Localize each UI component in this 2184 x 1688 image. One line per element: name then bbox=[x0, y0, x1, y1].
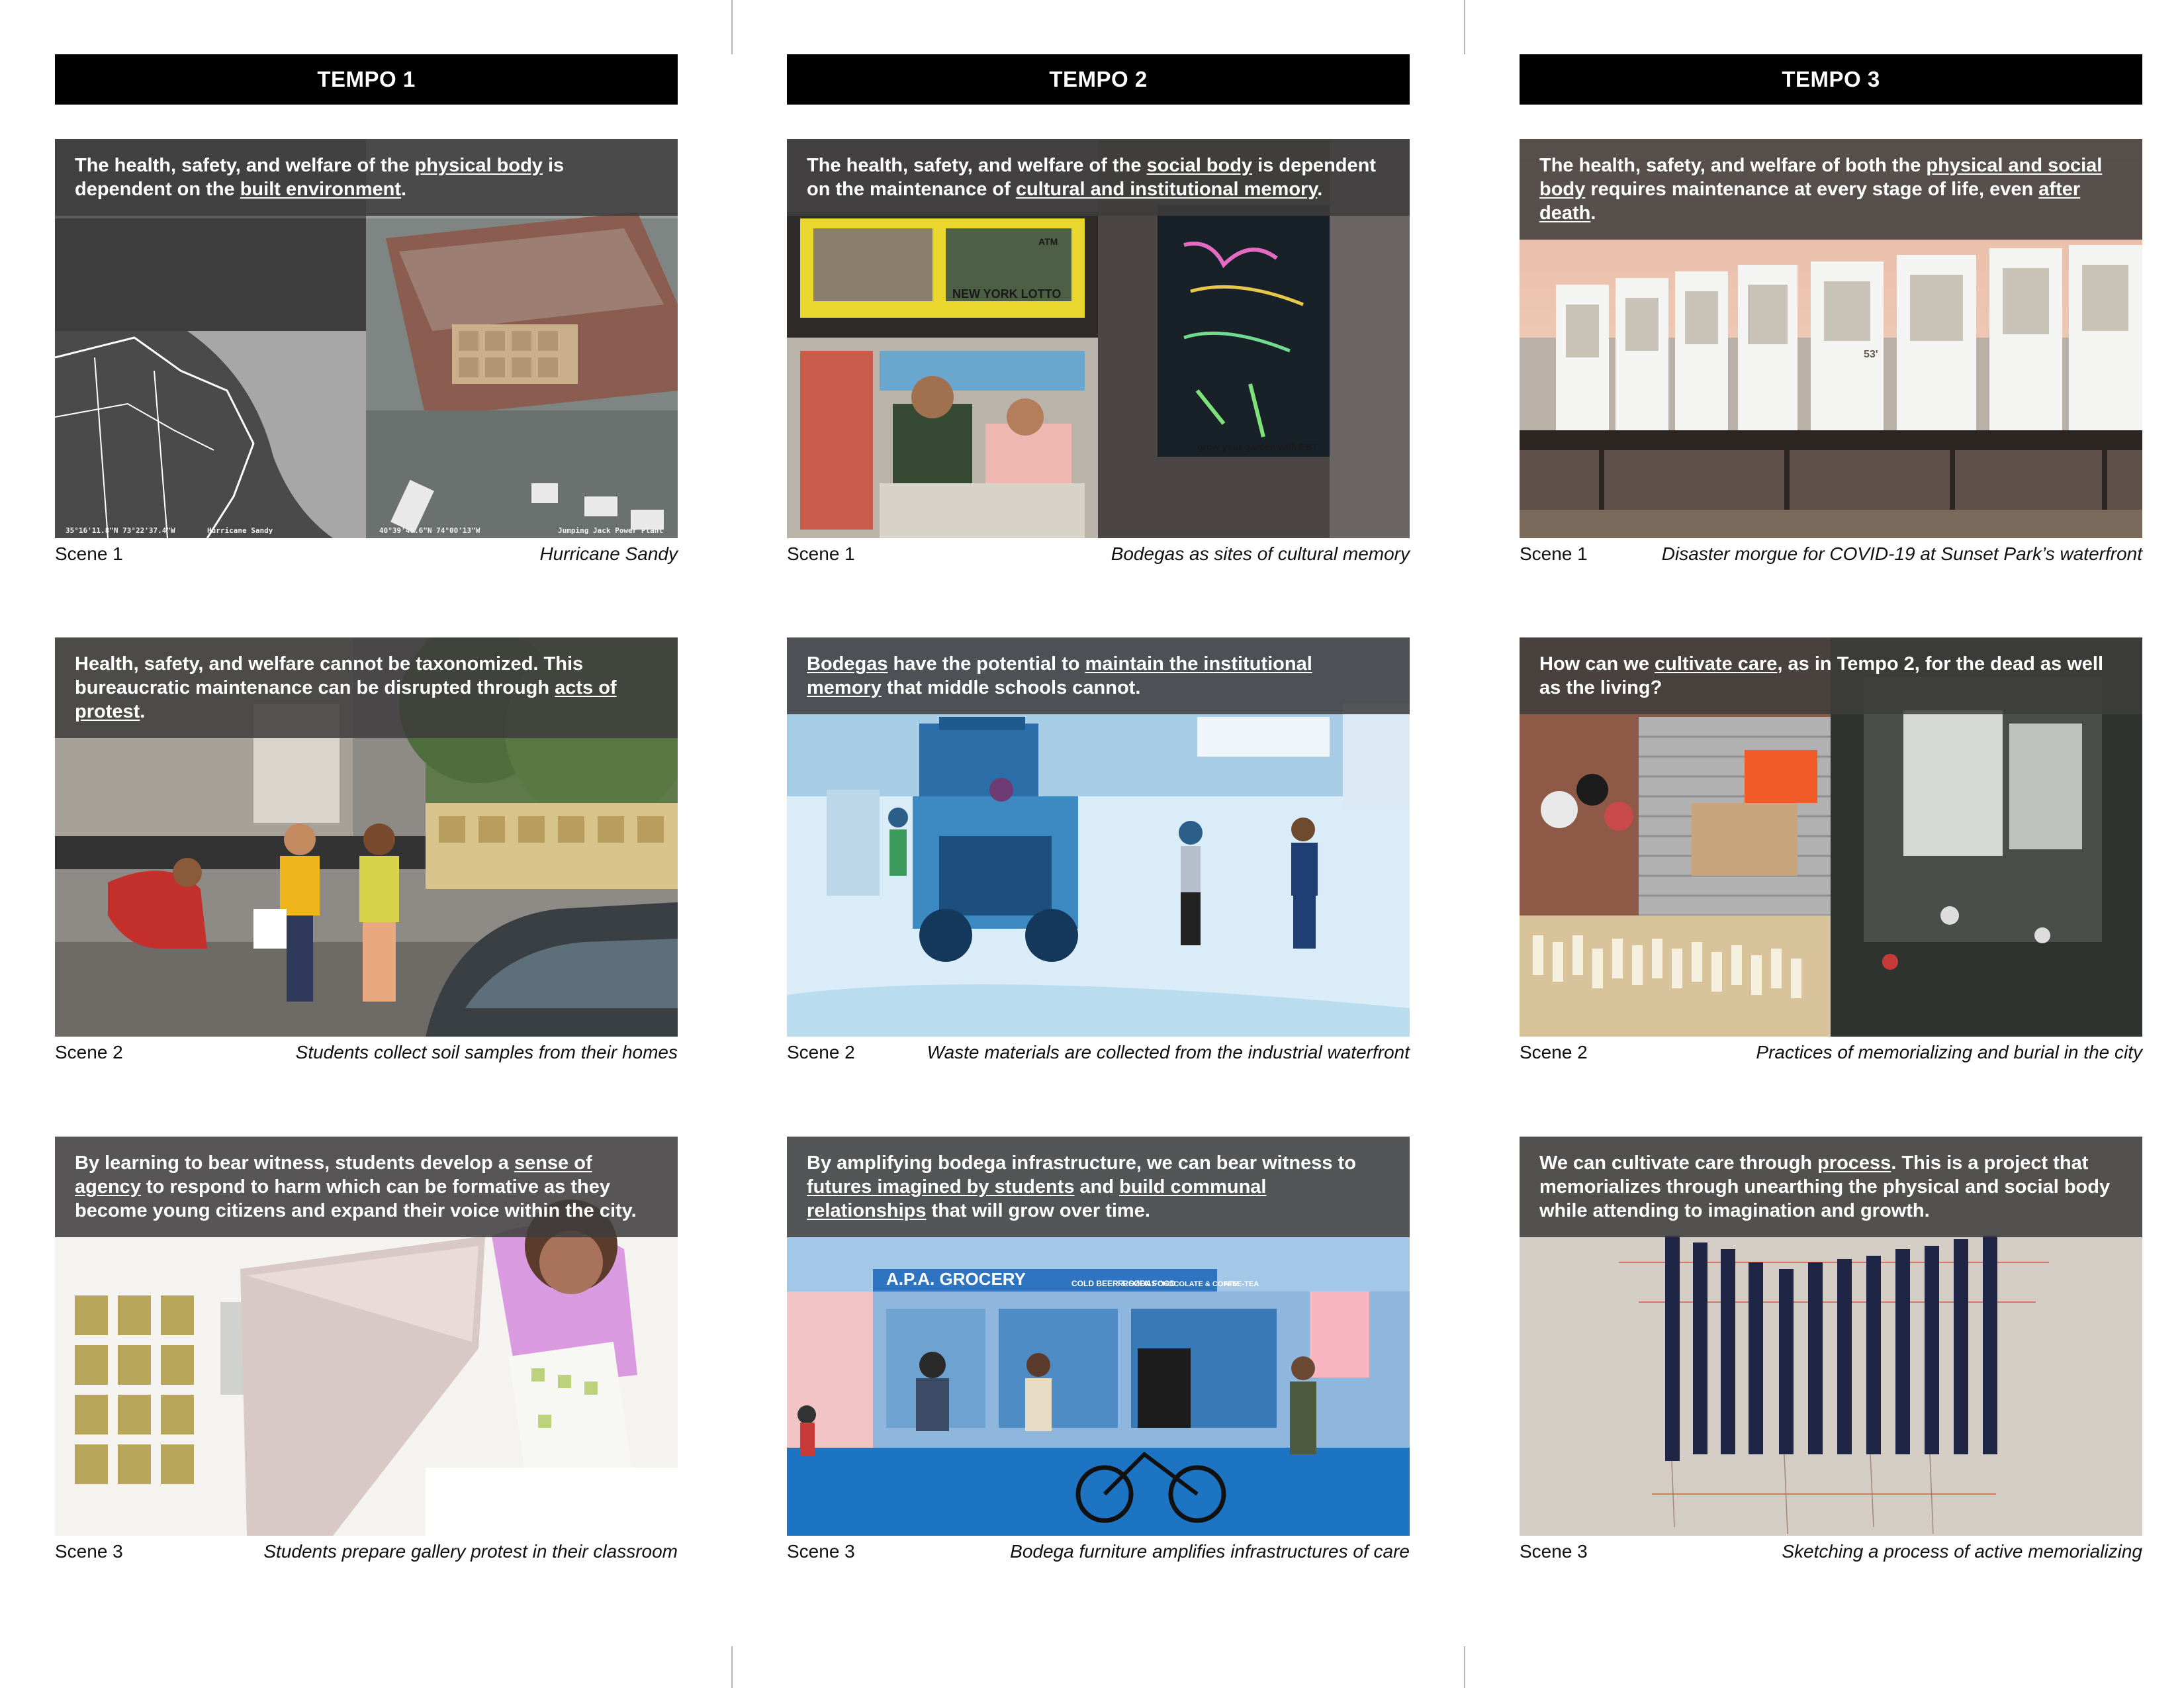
tempo-2-column: TEMPO 2 NEW YORK LOTTO ATM grow your garde… bbox=[787, 54, 1410, 1562]
fold-mark-bottom-1 bbox=[731, 1646, 733, 1688]
image-label: A.P.A. GROCERY bbox=[886, 1269, 1026, 1289]
tempo-1-column: TEMPO 1 35°16'11.8"N 73°22'37.4"W Hurric… bbox=[55, 54, 678, 1562]
emphasis-text: physical body bbox=[414, 155, 543, 176]
tempo-2-scene-3-panel: A.P.A. GROCERY COLD BEER & SODAS FROZEN FO… bbox=[787, 1137, 1410, 1536]
statement-text: . bbox=[401, 179, 407, 200]
tempo-1-scene-3-panel: By learning to bear witness, students de… bbox=[55, 1137, 678, 1536]
scene-statement: By learning to bear witness, students de… bbox=[55, 1137, 678, 1237]
scene-statement: Bodegas have the potential to maintain t… bbox=[787, 637, 1410, 714]
image-label: 40°39'46.6"N 74°00'13"W bbox=[379, 526, 480, 535]
tempo-2-scene-2-panel: Bodegas have the potential to maintain t… bbox=[787, 637, 1410, 1037]
tempo-3-scene-2-panel: How can we cultivate care, as in Tempo 2… bbox=[1520, 637, 2142, 1037]
scene-label: Scene 1 bbox=[55, 543, 123, 564]
tempo-3-scene-1-panel: 53' The health, safety, and welfare of b… bbox=[1520, 139, 2142, 538]
image-label: 35°16'11.8"N 73°22'37.4"W bbox=[66, 526, 175, 535]
statement-text: . bbox=[1590, 203, 1596, 224]
tempo-3-header: TEMPO 3 bbox=[1520, 54, 2142, 105]
tempo-1-scene-1-caption: Scene 1 Hurricane Sandy bbox=[55, 541, 678, 567]
statement-text: have the potential to bbox=[887, 653, 1085, 675]
image-label: Jumping Jack Power Plant bbox=[558, 526, 663, 535]
image-label: ATM bbox=[1038, 236, 1058, 247]
scene-label: Scene 1 bbox=[1520, 543, 1588, 564]
scene-label: Scene 3 bbox=[787, 1541, 855, 1562]
statement-text: We can cultivate care through bbox=[1539, 1152, 1818, 1174]
statement-text: and bbox=[1074, 1176, 1120, 1197]
tempo-2-header: TEMPO 2 bbox=[787, 54, 1410, 105]
statement-text: How can we bbox=[1539, 653, 1655, 675]
statement-text: . bbox=[140, 701, 146, 722]
image-label: 53' bbox=[1864, 349, 1878, 360]
scene-label: Scene 2 bbox=[1520, 1042, 1588, 1062]
scene-title: Students collect soil samples from their… bbox=[295, 1042, 678, 1062]
statement-text: By learning to bear witness, students de… bbox=[75, 1152, 514, 1174]
scene-title: Practices of memorializing and burial in… bbox=[1756, 1042, 2142, 1062]
tempo-3-column: TEMPO 3 53' The health, safety, and welf… bbox=[1520, 54, 2142, 1562]
emphasis-text: social body bbox=[1146, 155, 1253, 176]
emphasis-text: Bodegas bbox=[807, 653, 888, 675]
statement-text: requires maintenance at every stage of l… bbox=[1585, 179, 2039, 200]
scene-title: Sketching a process of active memorializ… bbox=[1782, 1541, 2142, 1562]
scene-label: Scene 3 bbox=[1520, 1541, 1588, 1562]
statement-text: . bbox=[1317, 179, 1323, 200]
scene-statement: The health, safety, and welfare of the s… bbox=[787, 139, 1410, 216]
scene-label: Scene 3 bbox=[55, 1541, 123, 1562]
image-label: Hurricane Sandy bbox=[207, 526, 273, 535]
tempo-2-scene-1-panel: NEW YORK LOTTO ATM grow your garden with E… bbox=[787, 139, 1410, 538]
scene-title: Disaster morgue for COVID-19 at Sunset P… bbox=[1661, 543, 2142, 564]
image-label: CHOCOLATE & COFFEE-TEA bbox=[1158, 1280, 1259, 1288]
tempo-2-scene-3-caption: Scene 3 Bodega furniture amplifies infra… bbox=[787, 1538, 1410, 1565]
tempo-2-scene-2-caption: Scene 2 Waste materials are collected fr… bbox=[787, 1039, 1410, 1066]
image-label: ATM bbox=[1224, 1280, 1239, 1288]
scene-statement: Health, safety, and welfare cannot be ta… bbox=[55, 637, 678, 738]
fold-mark-bottom-2 bbox=[1464, 1646, 1465, 1688]
fold-mark-top-1 bbox=[731, 0, 733, 54]
tempo-3-scene-2-caption: Scene 2 Practices of memorializing and b… bbox=[1520, 1039, 2142, 1066]
scene-title: Waste materials are collected from the i… bbox=[927, 1042, 1410, 1062]
scene-statement: We can cultivate care through process. T… bbox=[1520, 1137, 2142, 1237]
scene-title: Hurricane Sandy bbox=[539, 543, 678, 564]
statement-text: The health, safety, and welfare of the bbox=[75, 155, 415, 176]
tempo-3-scene-1-caption: Scene 1 Disaster morgue for COVID-19 at … bbox=[1520, 541, 2142, 567]
statement-text: that middle schools cannot. bbox=[881, 677, 1141, 698]
tempo-1-scene-2-panel: Health, safety, and welfare cannot be ta… bbox=[55, 637, 678, 1037]
tempo-3-scene-3-panel: We can cultivate care through process. T… bbox=[1520, 1137, 2142, 1536]
statement-text: The health, safety, and welfare of the bbox=[807, 155, 1147, 176]
scene-title: Students prepare gallery protest in thei… bbox=[263, 1541, 678, 1562]
tempo-1-scene-1-panel: 35°16'11.8"N 73°22'37.4"W Hurricane Sandy… bbox=[55, 139, 678, 538]
emphasis-text: cultivate care bbox=[1655, 653, 1778, 675]
scene-statement: By amplifying bodega infrastructure, we … bbox=[787, 1137, 1410, 1237]
emphasis-text: futures imagined by students bbox=[807, 1176, 1075, 1197]
emphasis-text: process bbox=[1817, 1152, 1891, 1174]
scene-statement: How can we cultivate care, as in Tempo 2… bbox=[1520, 637, 2142, 714]
scene-label: Scene 2 bbox=[55, 1042, 123, 1062]
scene-label: Scene 1 bbox=[787, 543, 855, 564]
scene-statement: The health, safety, and welfare of the p… bbox=[55, 139, 678, 216]
statement-text: Health, safety, and welfare cannot be ta… bbox=[75, 653, 584, 698]
emphasis-text: cultural and institutional memory bbox=[1015, 179, 1318, 200]
emphasis-text: built environment bbox=[240, 179, 402, 200]
tempo-2-scene-1-caption: Scene 1 Bodegas as sites of cultural mem… bbox=[787, 541, 1410, 567]
scene-title: Bodegas as sites of cultural memory bbox=[1111, 543, 1410, 564]
scene-statement: The health, safety, and welfare of both … bbox=[1520, 139, 2142, 240]
statement-text: The health, safety, and welfare of both … bbox=[1539, 155, 1927, 176]
tempo-1-header: TEMPO 1 bbox=[55, 54, 678, 105]
statement-text: to respond to harm which can be formativ… bbox=[75, 1176, 637, 1221]
statement-text: that will grow over time. bbox=[926, 1200, 1150, 1221]
image-label: grow your garden with EBT bbox=[1197, 442, 1318, 452]
scene-title: Bodega furniture amplifies infrastructur… bbox=[1010, 1541, 1410, 1562]
fold-mark-top-2 bbox=[1464, 0, 1465, 54]
tempo-1-scene-3-caption: Scene 3 Students prepare gallery protest… bbox=[55, 1538, 678, 1565]
image-label: NEW YORK LOTTO bbox=[952, 287, 1061, 301]
statement-text: By amplifying bodega infrastructure, we … bbox=[807, 1152, 1356, 1174]
tempo-1-scene-2-caption: Scene 2 Students collect soil samples fr… bbox=[55, 1039, 678, 1066]
scene-label: Scene 2 bbox=[787, 1042, 855, 1062]
tempo-3-scene-3-caption: Scene 3 Sketching a process of active me… bbox=[1520, 1538, 2142, 1565]
